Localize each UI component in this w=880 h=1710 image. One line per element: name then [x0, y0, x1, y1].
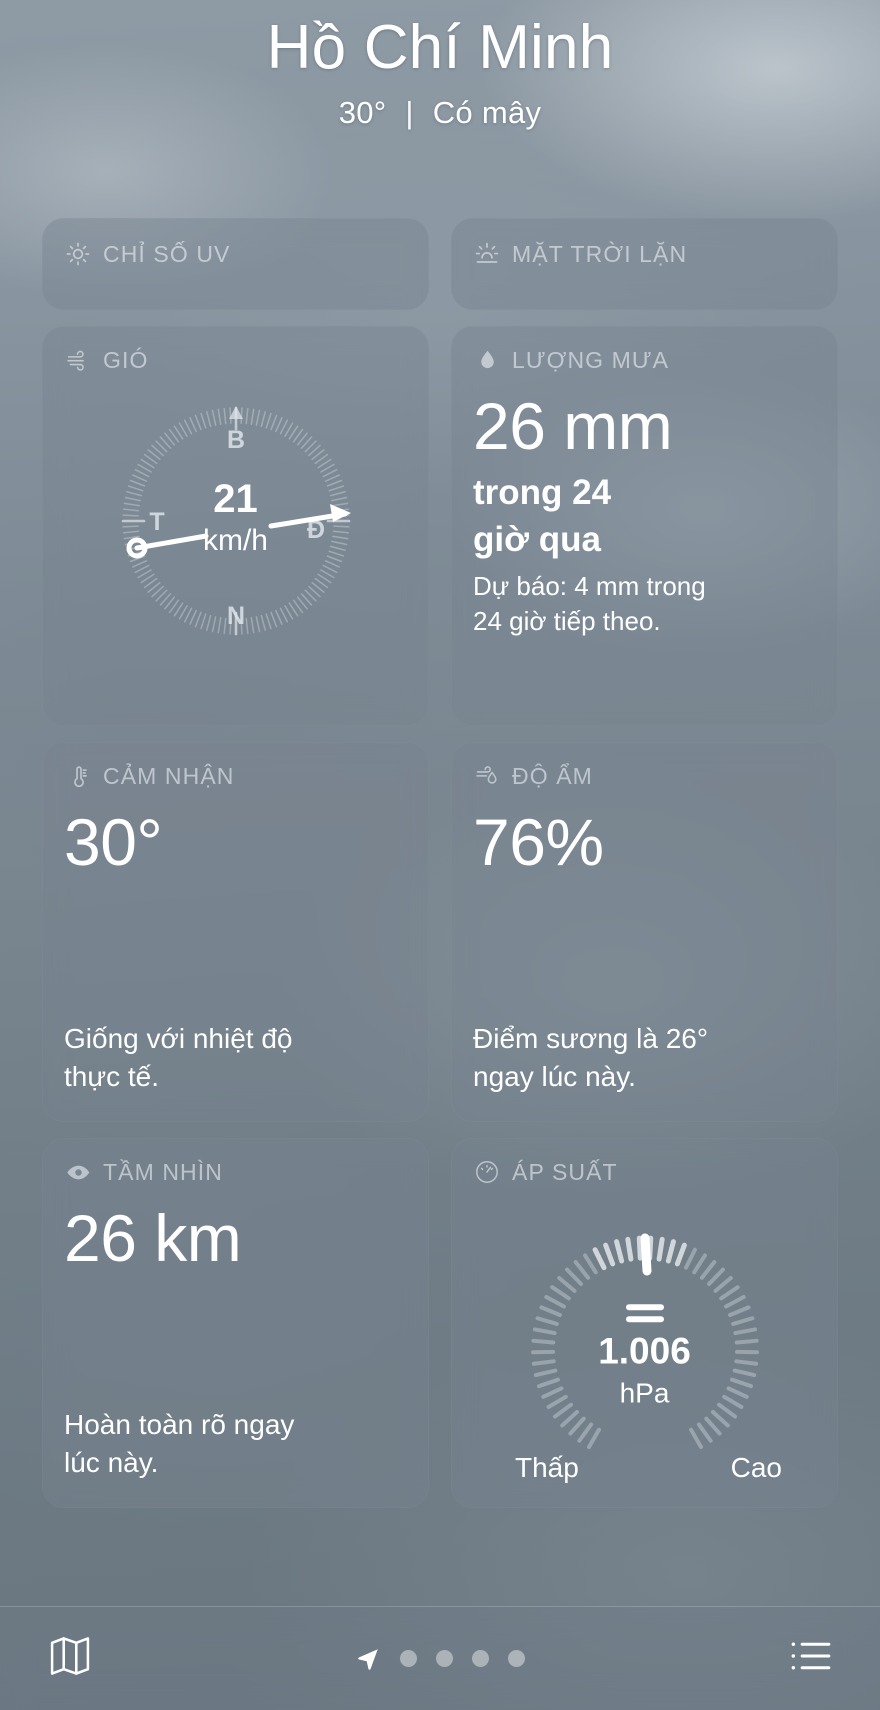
compass-label-west: T: [149, 508, 164, 536]
humidity-note: Điểm sương là 26° ngay lúc này.: [473, 1020, 820, 1096]
compass-north-marker: [228, 406, 243, 419]
sunset-icon: [473, 240, 501, 268]
card-uv-index[interactable]: CHỈ SỐ UV: [42, 218, 429, 310]
current-conditions: 30° | Có mây: [0, 95, 880, 131]
pressure-scale-labels: Thấp Cao: [479, 1452, 810, 1484]
precipitation-period-line2: giờ qua: [473, 520, 601, 560]
condition-description: Có mây: [432, 95, 542, 131]
page-dot-1[interactable]: [400, 1650, 417, 1667]
humidity-note-line2: ngay lúc này.: [473, 1060, 636, 1092]
gauge-icon: [473, 1158, 501, 1186]
pressure-gauge-needle: [640, 1233, 651, 1276]
card-humidity[interactable]: ĐỘ ẨM 76% Điểm sương là 26° ngay lúc này…: [451, 742, 838, 1122]
card-wind[interactable]: GIÓ B N T Đ 21 km/h: [42, 326, 429, 726]
feels-like-note: Giống với nhiệt độ thực tế.: [64, 1020, 411, 1096]
compass-label-south: N: [226, 602, 244, 630]
droplet-icon: [473, 346, 501, 374]
humidity-note-line1: Điểm sương là 26°: [473, 1022, 709, 1054]
page-indicator[interactable]: [355, 1646, 525, 1672]
wind-compass: B N T Đ 21 km/h: [101, 386, 371, 656]
feels-like-value: 30°: [64, 805, 163, 879]
thermometer-icon: [64, 762, 92, 790]
card-feels-like-header: CẢM NHẬN: [64, 762, 407, 790]
precipitation-period-line1: trong 24: [473, 473, 612, 513]
location-list-button[interactable]: [788, 1634, 832, 1683]
conditions-separator: |: [405, 95, 414, 131]
precipitation-forecast-line2: 24 giờ tiếp theo.: [473, 605, 661, 636]
bottom-tab-bar: [0, 1606, 880, 1710]
card-visibility-title: TẦM NHÌN: [103, 1158, 223, 1185]
visibility-value: 26 km: [64, 1201, 242, 1275]
precipitation-amount: 26 mm: [473, 389, 673, 463]
page-dot-2[interactable]: [436, 1650, 453, 1667]
list-icon: [788, 1642, 832, 1682]
map-icon: [48, 1637, 92, 1682]
pressure-gauge: 1.006 hPa: [520, 1225, 770, 1475]
card-sunset-title: MẶT TRỜI LẶN: [512, 240, 688, 267]
card-pressure[interactable]: ÁP SUẤT 1.006 hPa Thấp Cao: [451, 1138, 838, 1508]
city-name: Hồ Chí Minh: [266, 13, 614, 82]
humidity-value: 76%: [473, 805, 604, 879]
pressure-gauge-dial: [530, 1233, 759, 1449]
precipitation-forecast-line1: Dự báo: 4 mm trong: [473, 570, 706, 601]
card-humidity-header: ĐỘ ẨM: [473, 762, 816, 790]
map-button[interactable]: [48, 1634, 92, 1683]
page-dot-3[interactable]: [472, 1650, 489, 1667]
card-humidity-title: ĐỘ ẨM: [512, 762, 593, 789]
card-sunset-header: MẶT TRỜI LẶN: [473, 240, 816, 268]
location-header: Hồ Chí Minh 30° | Có mây: [0, 0, 880, 131]
visibility-note: Hoàn toàn rõ ngay lúc này.: [64, 1406, 411, 1482]
weather-app-screen: Hồ Chí Minh 30° | Có mây CHỈ SỐ UV MẶT T…: [0, 0, 880, 1710]
sun-icon: [64, 240, 92, 268]
feels-like-note-line1: Giống với nhiệt độ: [64, 1022, 293, 1054]
card-precipitation-header: LƯỢNG MƯA: [473, 346, 816, 374]
feels-like-note-line2: thực tế.: [64, 1060, 160, 1092]
card-wind-header: GIÓ: [64, 346, 407, 374]
card-feels-like-title: CẢM NHẬN: [103, 762, 235, 789]
card-precipitation-title: LƯỢNG MƯA: [512, 346, 670, 373]
compass-label-north: B: [226, 426, 244, 454]
card-pressure-title: ÁP SUẤT: [512, 1158, 618, 1185]
card-pressure-header: ÁP SUẤT: [473, 1158, 816, 1186]
wind-compass-dial: B N T Đ: [121, 406, 351, 636]
visibility-note-line1: Hoàn toàn rõ ngay: [64, 1408, 295, 1440]
card-visibility[interactable]: TẦM NHÌN 26 km Hoàn toàn rõ ngay lúc này…: [42, 1138, 429, 1508]
pressure-low-label: Thấp: [515, 1452, 579, 1483]
pressure-high-label: Cao: [730, 1452, 782, 1483]
card-sunset[interactable]: MẶT TRỜI LẶN: [451, 218, 838, 310]
weather-cards-grid: CHỈ SỐ UV MẶT TRỜI LẶN GIÓ B N T Đ 21 km…: [0, 218, 880, 1508]
page-dot-4[interactable]: [508, 1650, 525, 1667]
visibility-note-line2: lúc này.: [64, 1446, 159, 1478]
current-temperature: 30°: [338, 95, 387, 131]
card-visibility-header: TẦM NHÌN: [64, 1158, 407, 1186]
wind-icon: [64, 346, 92, 374]
card-wind-title: GIÓ: [103, 346, 149, 373]
card-uv-header: CHỈ SỐ UV: [64, 240, 407, 268]
eye-icon: [64, 1158, 92, 1186]
card-precipitation[interactable]: LƯỢNG MƯA 26 mm trong 24 giờ qua Dự báo:…: [451, 326, 838, 726]
humidity-icon: [473, 762, 501, 790]
location-arrow-icon[interactable]: [355, 1646, 381, 1672]
card-feels-like[interactable]: CẢM NHẬN 30° Giống với nhiệt độ thực tế.: [42, 742, 429, 1122]
card-uv-title: CHỈ SỐ UV: [103, 240, 231, 267]
